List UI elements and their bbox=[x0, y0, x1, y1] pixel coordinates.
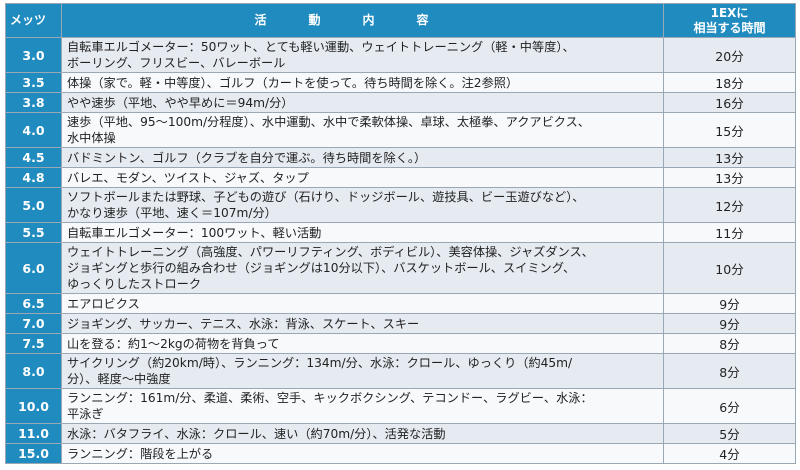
mets-value-cell: 5.5 bbox=[5, 222, 62, 243]
activity-cell: ジョギング、サッカー、テニス、水泳：背泳、スケート、スキー bbox=[61, 313, 664, 334]
time-cell: 5分 bbox=[663, 423, 796, 444]
mets-value-cell: 4.0 bbox=[5, 112, 62, 148]
table-header: メッツ 活動内容 1EXに 相当する時間 bbox=[5, 3, 796, 38]
mets-value-cell: 15.0 bbox=[5, 443, 62, 464]
table-row: 10.0 ランニング：161m/分、柔道、柔術、空手、キックボクシング、テコンドー… bbox=[5, 388, 796, 424]
activity-cell: バドミントン、ゴルフ（クラブを自分で運ぶ。待ち時間を除く。） bbox=[61, 147, 664, 168]
activity-line: 分）、軽度～中強度 bbox=[67, 372, 171, 386]
time-cell: 15分 bbox=[663, 112, 796, 148]
table-row: 5.5 自転車エルゴメーター：100ワット、軽い活動 11分 bbox=[5, 222, 796, 243]
header-time-line1: 1EXに bbox=[710, 5, 749, 20]
activity-cell: ソフトボールまたは野球、子どもの遊び（石けり、ドッジボール、遊技具、ビー玉遊びな… bbox=[61, 187, 664, 223]
activity-cell: 体操（家で。軽・中等度）、ゴルフ（カートを使って。待ち時間を除く。注2参照） bbox=[61, 72, 664, 93]
header-row: メッツ 活動内容 1EXに 相当する時間 bbox=[5, 3, 796, 38]
activity-cell: エアロビクス bbox=[61, 293, 664, 314]
time-cell: 8分 bbox=[663, 353, 796, 389]
activity-line: 山を登る：約1～2kgの荷物を背負って bbox=[67, 336, 280, 351]
activity-cell: やや速歩（平地、やや早めに＝94m/分） bbox=[61, 92, 664, 113]
table-row: 6.5 エアロビクス 9分 bbox=[5, 293, 796, 314]
table-row: 5.0 ソフトボールまたは野球、子どもの遊び（石けり、ドッジボール、遊技具、ビー玉… bbox=[5, 187, 796, 223]
time-cell: 4分 bbox=[663, 443, 796, 464]
time-cell: 9分 bbox=[663, 313, 796, 334]
activity-cell: 自転車エルゴメーター：100ワット、軽い活動 bbox=[61, 222, 664, 243]
header-mets: メッツ bbox=[5, 3, 62, 38]
activity-line: かなり速歩（平地、速く＝107m/分） bbox=[67, 206, 277, 220]
activity-line: やや速歩（平地、やや早めに＝94m/分） bbox=[67, 95, 294, 110]
activity-cell: 山を登る：約1～2kgの荷物を背負って bbox=[61, 333, 664, 354]
activity-line: ボーリング、フリスビー、バレーボール bbox=[67, 56, 286, 70]
header-time: 1EXに 相当する時間 bbox=[663, 3, 796, 38]
table-row: 7.0 ジョギング、サッカー、テニス、水泳：背泳、スケート、スキー 9分 bbox=[5, 313, 796, 334]
time-cell: 18分 bbox=[663, 72, 796, 93]
mets-value-cell: 7.0 bbox=[5, 313, 62, 334]
mets-value-cell: 3.5 bbox=[5, 72, 62, 93]
table-row: 4.5 バドミントン、ゴルフ（クラブを自分で運ぶ。待ち時間を除く。） 13分 bbox=[5, 147, 796, 168]
mets-value-cell: 6.0 bbox=[5, 242, 62, 294]
table-row: 3.5 体操（家で。軽・中等度）、ゴルフ（カートを使って。待ち時間を除く。注2参照… bbox=[5, 72, 796, 93]
table-body: 3.0 自転車エルゴメーター：50ワット、とても軽い運動、ウェイトトレーニング（軽… bbox=[5, 37, 796, 464]
time-cell: 13分 bbox=[663, 167, 796, 188]
table-row: 3.0 自転車エルゴメーター：50ワット、とても軽い運動、ウェイトトレーニング（軽… bbox=[5, 37, 796, 73]
activity-line: 平泳ぎ bbox=[67, 407, 104, 421]
mets-value-cell: 10.0 bbox=[5, 388, 62, 424]
time-cell: 20分 bbox=[663, 37, 796, 73]
table-row: 11.0 水泳：バタフライ、水泳：クロール、速い（約70m/分）、活発な活動 5分 bbox=[5, 423, 796, 444]
activity-line: サイクリング（約20km/時）、ランニング：134m/分、水泳：クロール、ゆっく… bbox=[67, 356, 573, 370]
time-cell: 8分 bbox=[663, 333, 796, 354]
mets-table-container: メッツ 活動内容 1EXに 相当する時間 3.0 自転車エルゴメーター：50ワット… bbox=[5, 3, 796, 464]
activity-line: ゆっくりしたストローク bbox=[67, 277, 202, 291]
activity-line: ソフトボールまたは野球、子どもの遊び（石けり、ドッジボール、遊技具、ビー玉遊びな… bbox=[67, 190, 585, 204]
header-time-line2: 相当する時間 bbox=[693, 20, 766, 35]
activity-cell: サイクリング（約20km/時）、ランニング：134m/分、水泳：クロール、ゆっく… bbox=[61, 353, 664, 389]
time-cell: 6分 bbox=[663, 388, 796, 424]
mets-value-cell: 5.0 bbox=[5, 187, 62, 223]
table-row: 15.0 ランニング：階段を上がる 4分 bbox=[5, 443, 796, 464]
table-row: 4.0 速歩（平地、95～100m/分程度）、水中運動、水中で柔軟体操、卓球、太極… bbox=[5, 112, 796, 148]
mets-value-cell: 3.8 bbox=[5, 92, 62, 113]
mets-value-cell: 11.0 bbox=[5, 423, 62, 444]
time-cell: 12分 bbox=[663, 187, 796, 223]
activity-line: エアロビクス bbox=[67, 296, 140, 311]
mets-value-cell: 8.0 bbox=[5, 353, 62, 389]
activity-line: バドミントン、ゴルフ（クラブを自分で運ぶ。待ち時間を除く。） bbox=[67, 150, 427, 165]
activity-cell: 自転車エルゴメーター：50ワット、とても軽い運動、ウェイトトレーニング（軽・中等… bbox=[61, 37, 664, 73]
mets-value-cell: 3.0 bbox=[5, 37, 62, 73]
activity-line: ランニング：階段を上がる bbox=[67, 446, 214, 461]
activity-cell: 速歩（平地、95～100m/分程度）、水中運動、水中で柔軟体操、卓球、太極拳、ア… bbox=[61, 112, 664, 148]
activity-line: 体操（家で。軽・中等度）、ゴルフ（カートを使って。待ち時間を除く。注2参照） bbox=[67, 75, 519, 90]
activity-line: ジョギングと歩行の組み合わせ（ジョギングは10分以下）、バスケットボール、スイミ… bbox=[67, 261, 576, 275]
activity-line: 自転車エルゴメーター：100ワット、軽い活動 bbox=[67, 225, 322, 240]
activity-cell: ランニング：161m/分、柔道、柔術、空手、キックボクシング、テコンドー、ラグビ… bbox=[61, 388, 664, 424]
activity-line: バレエ、モダン、ツイスト、ジャズ、タップ bbox=[67, 170, 309, 185]
mets-value-cell: 4.5 bbox=[5, 147, 62, 168]
table-row: 3.8 やや速歩（平地、やや早めに＝94m/分） 16分 bbox=[5, 92, 796, 113]
activity-cell: ランニング：階段を上がる bbox=[61, 443, 664, 464]
mets-table: メッツ 活動内容 1EXに 相当する時間 3.0 自転車エルゴメーター：50ワット… bbox=[5, 3, 796, 464]
mets-value-cell: 4.8 bbox=[5, 167, 62, 188]
activity-line: ランニング：161m/分、柔道、柔術、空手、キックボクシング、テコンドー、ラグビ… bbox=[67, 391, 593, 405]
header-activity: 活動内容 bbox=[61, 3, 664, 38]
mets-value-cell: 6.5 bbox=[5, 293, 62, 314]
time-cell: 10分 bbox=[663, 242, 796, 294]
mets-value-cell: 7.5 bbox=[5, 333, 62, 354]
table-row: 4.8 バレエ、モダン、ツイスト、ジャズ、タップ 13分 bbox=[5, 167, 796, 188]
table-row: 7.5 山を登る：約1～2kgの荷物を背負って 8分 bbox=[5, 333, 796, 354]
table-row: 6.0 ウェイトトレーニング（高強度、パワーリフティング、ボディビル）、美容体操、… bbox=[5, 242, 796, 294]
time-cell: 9分 bbox=[663, 293, 796, 314]
time-cell: 11分 bbox=[663, 222, 796, 243]
table-row: 8.0 サイクリング（約20km/時）、ランニング：134m/分、水泳：クロール、… bbox=[5, 353, 796, 389]
activity-line: 速歩（平地、95～100m/分程度）、水中運動、水中で柔軟体操、卓球、太極拳、ア… bbox=[67, 115, 590, 129]
activity-cell: ウェイトトレーニング（高強度、パワーリフティング、ボディビル）、美容体操、ジャズ… bbox=[61, 242, 664, 294]
activity-cell: バレエ、モダン、ツイスト、ジャズ、タップ bbox=[61, 167, 664, 188]
activity-line: 自転車エルゴメーター：50ワット、とても軽い運動、ウェイトトレーニング（軽・中等… bbox=[67, 40, 575, 54]
activity-line: 水中体操 bbox=[67, 131, 116, 145]
activity-line: ジョギング、サッカー、テニス、水泳：背泳、スケート、スキー bbox=[67, 316, 420, 331]
activity-cell: 水泳：バタフライ、水泳：クロール、速い（約70m/分）、活発な活動 bbox=[61, 423, 664, 444]
activity-line: ウェイトトレーニング（高強度、パワーリフティング、ボディビル）、美容体操、ジャズ… bbox=[67, 245, 594, 259]
time-cell: 16分 bbox=[663, 92, 796, 113]
activity-line: 水泳：バタフライ、水泳：クロール、速い（約70m/分）、活発な活動 bbox=[67, 426, 446, 441]
time-cell: 13分 bbox=[663, 147, 796, 168]
